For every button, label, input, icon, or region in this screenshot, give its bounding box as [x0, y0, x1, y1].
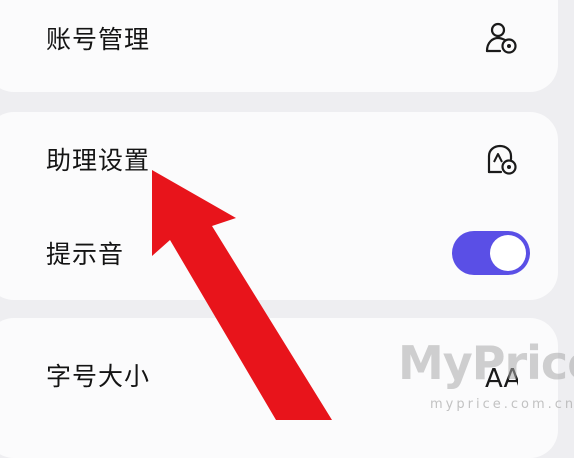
user-settings-icon — [484, 21, 518, 55]
assistant-settings-row[interactable]: 助理设置 — [0, 134, 558, 184]
toggle-knob — [490, 235, 526, 271]
settings-card-assistant: 助理设置 提示音 — [0, 112, 558, 300]
notification-sound-row: 提示音 — [0, 228, 558, 278]
assistant-settings-icon — [484, 142, 518, 176]
account-management-row[interactable]: 账号管理 — [0, 13, 558, 63]
font-size-label: 字号大小 — [46, 362, 151, 391]
watermark-logo: MyPrice — [398, 336, 574, 390]
notification-sound-label: 提示音 — [46, 240, 125, 269]
watermark-domain: myprice.com.cn — [430, 397, 574, 412]
notification-sound-toggle[interactable] — [452, 231, 530, 275]
account-management-label: 账号管理 — [46, 25, 151, 54]
assistant-settings-label: 助理设置 — [46, 146, 151, 175]
settings-card-account: 账号管理 — [0, 0, 558, 92]
